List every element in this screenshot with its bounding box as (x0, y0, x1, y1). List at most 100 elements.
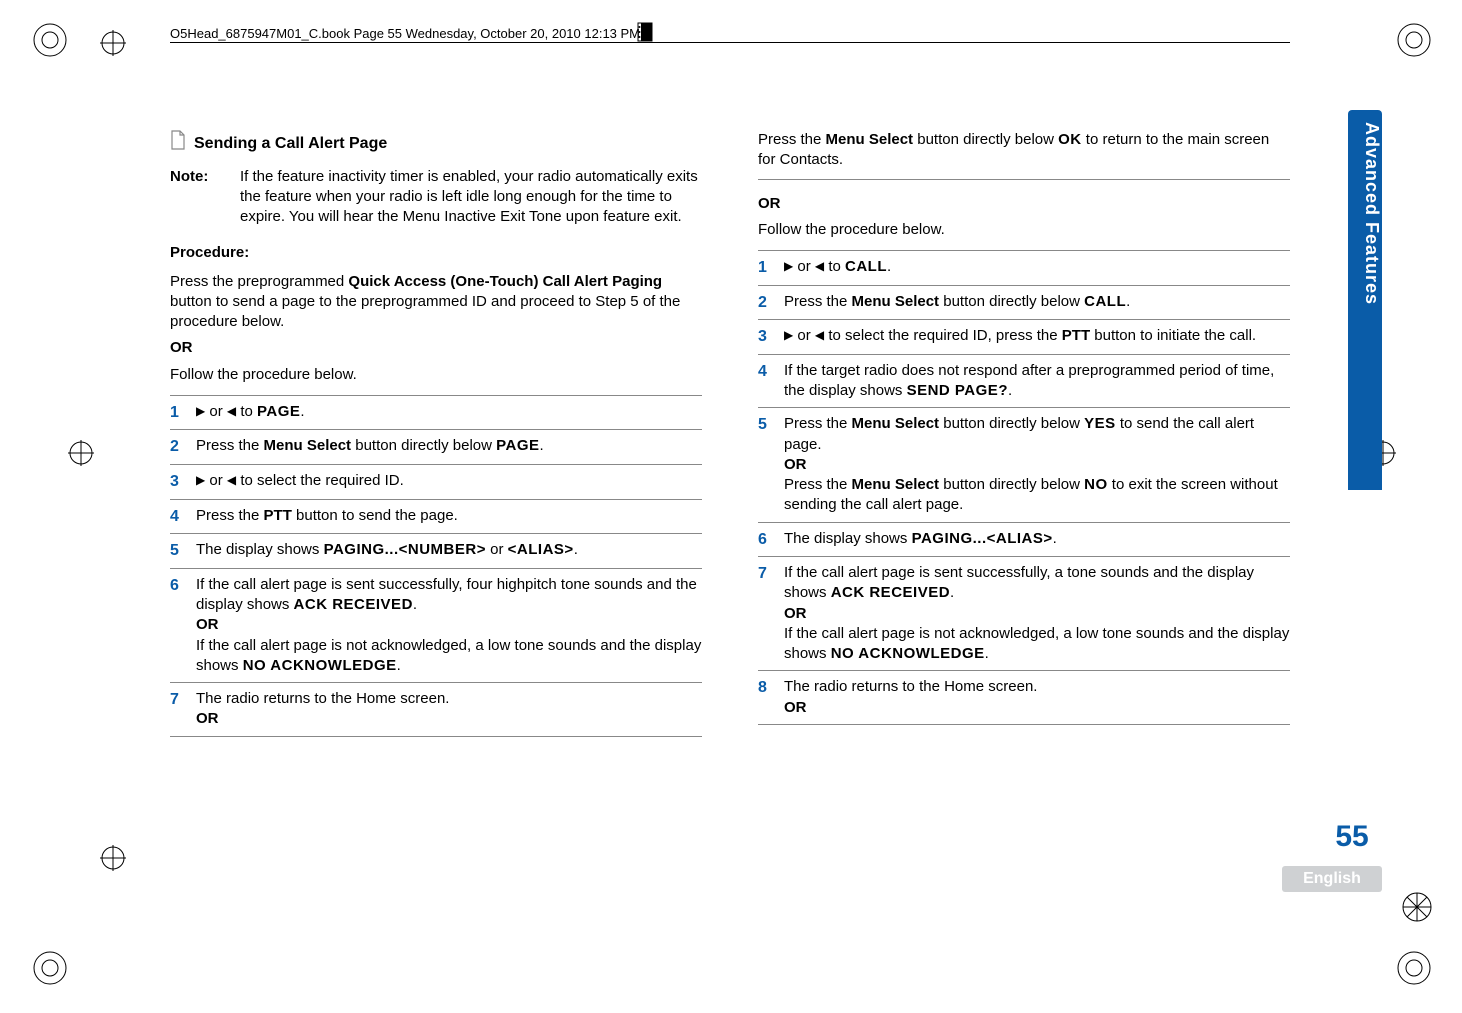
t: button directly below (939, 476, 1084, 493)
t: button to initiate the call. (1090, 327, 1256, 344)
t: . (1053, 530, 1057, 547)
step-body: If the call alert page is sent successfu… (784, 563, 1290, 664)
or-separator: OR (196, 615, 702, 635)
step-2: 2 Press the Menu Select button directly … (170, 429, 702, 464)
t: PTT (264, 507, 292, 524)
r-step-8: 8 The radio returns to the Home screen. … (758, 670, 1290, 725)
step-body: Press the PTT button to send the page. (196, 506, 702, 526)
nav-left-icon: ◀ (227, 472, 236, 488)
regmark-corner-tr (1394, 20, 1434, 65)
step-body: ▶ or ◀ to select the required ID, press … (784, 326, 1290, 346)
t: The display shows (196, 541, 324, 558)
or-separator: OR (784, 698, 1290, 718)
step-num: 2 (170, 436, 196, 458)
lcd-text: PAGING...<NUMBER> (324, 541, 486, 558)
t: . (540, 437, 544, 454)
step-num: 7 (170, 689, 196, 711)
t: If the call alert page is sent successfu… (196, 576, 697, 613)
nav-left-icon: ◀ (815, 258, 824, 274)
t: . (1126, 293, 1130, 310)
language-tab: English (1282, 866, 1382, 892)
t: Press the (784, 476, 852, 493)
left-column: Sending a Call Alert Page Note: If the f… (170, 130, 702, 745)
step-num: 6 (758, 529, 784, 551)
step-7: 7 The radio returns to the Home screen. … (170, 682, 702, 737)
t: button directly below (939, 293, 1084, 310)
t: Menu Select (826, 131, 914, 148)
nav-right-icon: ▶ (784, 327, 793, 343)
t: button directly below (939, 415, 1084, 432)
t: . (397, 657, 401, 674)
lcd-text: CALL (845, 258, 887, 275)
lcd-text: PAGE (257, 403, 300, 420)
step-num: 3 (170, 471, 196, 493)
t: Press the (784, 415, 852, 432)
t: or (205, 472, 227, 489)
regmark-top-left-inner (100, 30, 126, 56)
lcd-text: SEND PAGE? (907, 382, 1008, 399)
or-separator: OR (784, 604, 1290, 624)
procedure-label: Procedure: (170, 243, 702, 263)
t: Press the (196, 507, 264, 524)
t: button directly below (351, 437, 496, 454)
t: . (413, 596, 417, 613)
lcd-text: PAGE (496, 437, 539, 454)
t: . (1008, 382, 1012, 399)
step-body: Press the Menu Select button directly be… (784, 414, 1290, 515)
step-num: 7 (758, 563, 784, 585)
page-icon (170, 130, 186, 157)
side-tab-title: Advanced Features (1348, 110, 1382, 305)
intro1a: Press the preprogrammed (170, 273, 348, 290)
step-num: 6 (170, 575, 196, 597)
regmark-corner-bl (30, 948, 70, 993)
r-step-6: 6 The display shows PAGING...<ALIAS>. (758, 522, 1290, 557)
side-tab: Advanced Features (1348, 110, 1382, 630)
nav-left-icon: ◀ (815, 327, 824, 343)
lcd-text: NO (1084, 476, 1108, 493)
t: Menu Select (852, 415, 940, 432)
r-step-2: 2 Press the Menu Select button directly … (758, 285, 1290, 320)
regmark-corner-br (1394, 948, 1434, 993)
lcd-text: ACK RECEIVED (294, 596, 413, 613)
t: The radio returns to the Home screen. (784, 677, 1290, 697)
side-tab-blue: Advanced Features (1348, 110, 1382, 490)
lcd-text: PAGING...<ALIAS> (912, 530, 1053, 547)
intro1c: button to send a page to the preprogramm… (170, 293, 680, 330)
r-step-4: 4 If the target radio does not respond a… (758, 354, 1290, 408)
t: Menu Select (852, 476, 940, 493)
regmark-corner-tl (30, 20, 70, 65)
t: Menu Select (264, 437, 352, 454)
step-num: 8 (758, 677, 784, 699)
step-body: Press the Menu Select button directly be… (784, 292, 1290, 312)
lcd-text: OK (1058, 131, 1082, 148)
t: PTT (1062, 327, 1090, 344)
step-5: 5 The display shows PAGING...<NUMBER> or… (170, 533, 702, 568)
step-body: Press the Menu Select button directly be… (196, 436, 702, 456)
intro-paragraph: Press the preprogrammed Quick Access (On… (170, 272, 702, 333)
step-num: 5 (758, 414, 784, 436)
nav-right-icon: ▶ (784, 258, 793, 274)
t: to select the required ID, press the (824, 327, 1062, 344)
t: to select the required ID. (236, 472, 404, 489)
step-num: 3 (758, 326, 784, 348)
step-num: 5 (170, 540, 196, 562)
step-body: If the target radio does not respond aft… (784, 361, 1290, 402)
step-body: The radio returns to the Home screen. OR (196, 689, 702, 730)
t: to (236, 403, 257, 420)
content-columns: Sending a Call Alert Page Note: If the f… (170, 130, 1290, 745)
step-4: 4 Press the PTT button to send the page. (170, 499, 702, 534)
step-body: The display shows PAGING...<ALIAS>. (784, 529, 1290, 549)
note-body: If the feature inactivity timer is enabl… (240, 167, 702, 228)
t: Menu Select (852, 293, 940, 310)
running-header: O5Head_6875947M01_C.book Page 55 Wednesd… (170, 26, 640, 41)
t: The radio returns to the Home screen. (196, 689, 702, 709)
t: or (486, 541, 508, 558)
t: . (574, 541, 578, 558)
continuation-paragraph: Press the Menu Select button directly be… (758, 130, 1290, 180)
t: . (887, 258, 891, 275)
t: button directly below (913, 131, 1058, 148)
header-rule (170, 42, 1290, 43)
t: . (300, 403, 304, 420)
t: If the target radio does not respond aft… (784, 362, 1274, 399)
nav-right-icon: ▶ (196, 472, 205, 488)
